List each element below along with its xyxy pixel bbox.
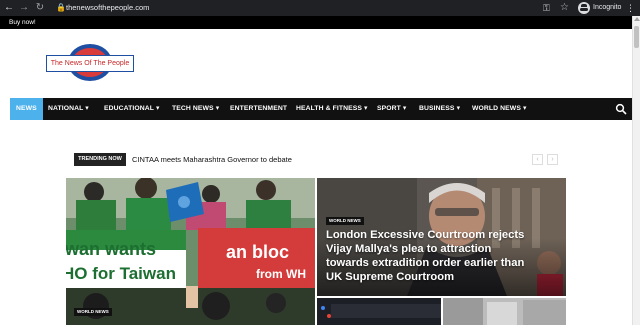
trending-headline-link[interactable]: CINTAA meets Maharashtra Governor to deb… (132, 153, 292, 166)
bookmark-star-icon[interactable]: ☆ (560, 1, 569, 15)
banner-text-3: an bloc (226, 242, 289, 262)
nav-item-entertenment[interactable]: ENTERTENMENT (230, 98, 287, 120)
browser-toolbar: ← → ↻ 🔒 thenewsofthepeople.com ⚿ ☆ Incog… (0, 0, 640, 16)
nav-item-label: EDUCATIONAL (104, 105, 154, 112)
thumbnail-image (443, 298, 566, 325)
nav-item-national[interactable]: NATIONAL ▾ (48, 98, 89, 120)
logo-text: The News Of The People (50, 60, 130, 67)
nav-item-label: TECH NEWS (172, 105, 214, 112)
top-bar: Buy now! (0, 16, 632, 29)
forward-arrow-icon[interactable]: → (17, 0, 31, 16)
banner-text-4: from WH (256, 267, 306, 281)
incognito-label[interactable]: Incognito (593, 0, 621, 16)
incognito-icon[interactable] (578, 2, 590, 14)
nav-item-health-fitness[interactable]: HEALTH & FITNESS ▾ (296, 98, 368, 120)
nav-item-label: NATIONAL (48, 105, 84, 112)
nav-item-news[interactable]: NEWS (10, 98, 43, 120)
category-badge[interactable]: WORLD NEWS (326, 217, 364, 225)
category-badge[interactable]: WORLD NEWS (74, 308, 112, 316)
protest-photo: iwan wants HO for Taiwan an bloc from WH (66, 178, 315, 325)
featured-side-headline[interactable]: London Excessive Courtroom rejects Vijay… (326, 228, 526, 284)
banner-text-1: iwan wants (66, 239, 156, 259)
chevron-right-icon[interactable]: › (547, 154, 558, 165)
article-thumbnail[interactable] (317, 298, 441, 325)
nav-item-sport[interactable]: SPORT ▾ (377, 98, 406, 120)
nav-item-business[interactable]: BUSINESS ▾ (419, 98, 460, 120)
article-thumbnail[interactable] (443, 298, 566, 325)
trending-now-label: TRENDING NOW (74, 153, 126, 166)
nav-item-world-news[interactable]: WORLD NEWS ▾ (472, 98, 526, 120)
featured-main-article[interactable]: iwan wants HO for Taiwan an bloc from WH… (66, 178, 315, 325)
chevron-down-icon: ▾ (155, 105, 160, 112)
address-bar[interactable]: 🔒 thenewsofthepeople.com (52, 1, 570, 15)
nav-item-label: NEWS (16, 105, 37, 112)
chevron-down-icon: ▾ (215, 105, 220, 112)
nav-item-label: SPORT (377, 105, 401, 112)
lock-icon[interactable]: 🔒 (56, 3, 66, 13)
featured-side-article[interactable]: WORLD NEWS London Excessive Courtroom re… (317, 178, 566, 296)
banner-text-2: HO for Taiwan (66, 264, 176, 283)
page-scrollbar[interactable] (632, 16, 640, 325)
nav-item-label: WORLD NEWS (472, 105, 521, 112)
nav-item-tech-news[interactable]: TECH NEWS ▾ (172, 98, 219, 120)
nav-item-educational[interactable]: EDUCATIONAL ▾ (104, 98, 159, 120)
chevron-down-icon: ▾ (402, 105, 407, 112)
main-navigation: NEWS NATIONAL ▾ EDUCATIONAL ▾ TECH NEWS … (10, 98, 632, 120)
search-icon[interactable] (615, 103, 627, 115)
chevron-down-icon: ▾ (456, 105, 461, 112)
chevron-down-icon: ▾ (85, 105, 89, 112)
kebab-menu-icon[interactable]: ⋮ (626, 0, 635, 16)
scroll-up-icon[interactable] (634, 17, 640, 21)
buy-now-link[interactable]: Buy now! (9, 16, 36, 29)
chevron-down-icon: ▾ (522, 105, 527, 112)
chevron-down-icon: ▾ (364, 105, 368, 112)
nav-item-label: BUSINESS (419, 105, 455, 112)
key-icon[interactable]: ⚿ (543, 1, 550, 15)
site-logo[interactable]: The News Of The People (45, 44, 135, 81)
chevron-left-icon[interactable]: ‹ (532, 154, 543, 165)
address-url[interactable]: thenewsofthepeople.com (66, 1, 149, 15)
reload-icon[interactable]: ↻ (33, 0, 47, 16)
nav-item-label: ENTERTENMENT (230, 105, 288, 112)
thumbnail-image (317, 298, 441, 325)
back-arrow-icon[interactable]: ← (2, 0, 16, 16)
nav-item-label: HEALTH & FITNESS (296, 105, 363, 112)
scrollbar-thumb[interactable] (634, 26, 639, 48)
